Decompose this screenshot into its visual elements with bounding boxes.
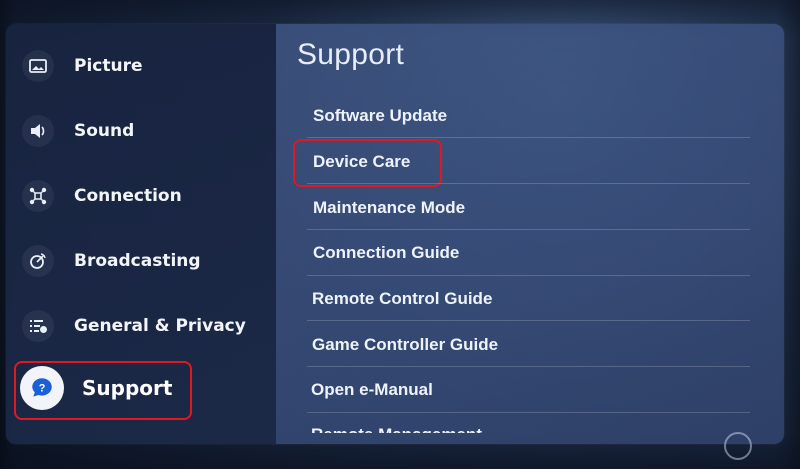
- page-title: Support: [297, 38, 405, 71]
- sidebar-item-general-privacy[interactable]: General & Privacy: [22, 310, 246, 342]
- sidebar-item-label: Picture: [74, 56, 143, 76]
- connection-icon: [22, 180, 54, 212]
- menu-divider: [307, 183, 750, 184]
- menu-item-open-e-manual[interactable]: Open e-Manual: [311, 368, 748, 412]
- sidebar-item-label: Sound: [74, 121, 135, 141]
- menu-divider: [307, 229, 750, 230]
- sidebar-item-label: Broadcasting: [74, 251, 201, 271]
- menu-divider: [307, 137, 750, 138]
- menu-item-game-controller-guide[interactable]: Game Controller Guide: [312, 323, 749, 367]
- sidebar-item-connection[interactable]: Connection: [22, 180, 182, 212]
- menu-item-device-care[interactable]: Device Care: [313, 140, 750, 184]
- sidebar-item-label: Connection: [74, 186, 182, 206]
- picture-icon: [22, 50, 54, 82]
- menu-divider: [307, 320, 750, 321]
- menu-item-maintenance-mode[interactable]: Maintenance Mode: [313, 186, 750, 230]
- menu-item-remote-control-guide[interactable]: Remote Control Guide: [312, 277, 749, 321]
- menu-divider: [307, 366, 750, 367]
- support-highlight-box: [14, 361, 192, 420]
- broadcast-icon: [22, 245, 54, 277]
- speaker-icon: [22, 115, 54, 147]
- sidebar-item-picture[interactable]: Picture: [22, 50, 143, 82]
- scroll-indicator: [724, 432, 752, 460]
- general-privacy-icon: [22, 310, 54, 342]
- menu-item-connection-guide[interactable]: Connection Guide: [313, 231, 750, 275]
- sidebar-item-label: General & Privacy: [74, 316, 246, 336]
- sidebar-item-sound[interactable]: Sound: [22, 115, 134, 147]
- menu-divider: [307, 275, 750, 276]
- sidebar-item-broadcasting[interactable]: Broadcasting: [22, 245, 201, 277]
- menu-item-remote-management[interactable]: Remote Management: [311, 413, 748, 433]
- menu-item-software-update[interactable]: Software Update: [313, 94, 750, 138]
